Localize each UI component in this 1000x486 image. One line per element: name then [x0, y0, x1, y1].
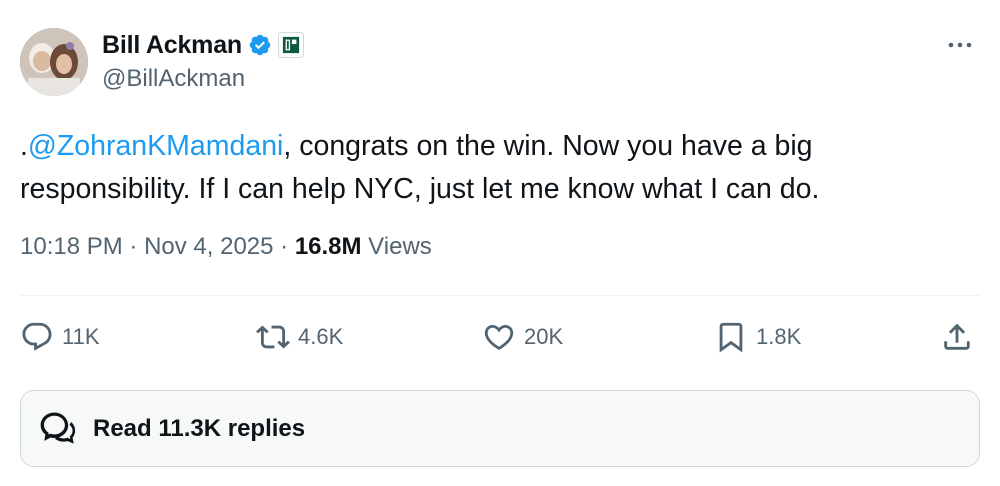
- reply-icon: [22, 322, 52, 351]
- bookmark-button[interactable]: 1.8K: [714, 316, 801, 358]
- replies-bubble-icon: [40, 412, 76, 444]
- tweet-text: .@ZohranKMamdani, congrats on the win. N…: [20, 125, 960, 211]
- meta-separator: ·: [122, 233, 145, 260]
- repost-button[interactable]: 4.6K: [256, 316, 343, 358]
- views-label: Views: [361, 233, 432, 260]
- avatar[interactable]: [20, 28, 88, 96]
- meta-separator: ·: [273, 233, 295, 260]
- display-name[interactable]: Bill Ackman: [102, 31, 242, 60]
- tweet-date[interactable]: Nov 4, 2025: [144, 233, 273, 260]
- tweet-prefix: .: [20, 130, 28, 162]
- action-bar: 11K 4.6K 20K 1.8K: [20, 316, 980, 358]
- like-count: 20K: [524, 324, 564, 349]
- repost-count: 4.6K: [298, 324, 344, 349]
- repost-icon: [256, 325, 290, 349]
- mention-link[interactable]: @ZohranKMamdani: [28, 130, 283, 162]
- like-button[interactable]: 20K: [482, 316, 563, 358]
- like-icon: [484, 324, 514, 350]
- tweet-meta: 10:18 PM · Nov 4, 2025 · 16.8M Views: [20, 233, 432, 261]
- affiliate-logo-icon[interactable]: [277, 32, 304, 58]
- share-icon: [944, 323, 970, 350]
- bookmark-icon: [719, 322, 743, 353]
- reply-count: 11K: [62, 324, 100, 349]
- tweet-time[interactable]: 10:18 PM: [20, 233, 123, 260]
- views-count: 16.8M: [294, 233, 362, 260]
- read-replies-label: Read 11.3K replies: [93, 414, 306, 442]
- bookmark-count: 1.8K: [756, 324, 802, 349]
- more-options-button[interactable]: [940, 30, 980, 60]
- author-handle[interactable]: @BillAckman: [102, 65, 245, 93]
- profile-photo: [20, 28, 88, 96]
- reply-button[interactable]: 11K: [20, 316, 100, 358]
- share-button[interactable]: [940, 316, 974, 358]
- read-replies-button[interactable]: Read 11.3K replies: [20, 390, 980, 467]
- divider: [20, 295, 980, 296]
- author-name-row: Bill Ackman: [102, 30, 304, 60]
- more-icon: [948, 42, 972, 48]
- verified-badge-icon[interactable]: [248, 33, 272, 57]
